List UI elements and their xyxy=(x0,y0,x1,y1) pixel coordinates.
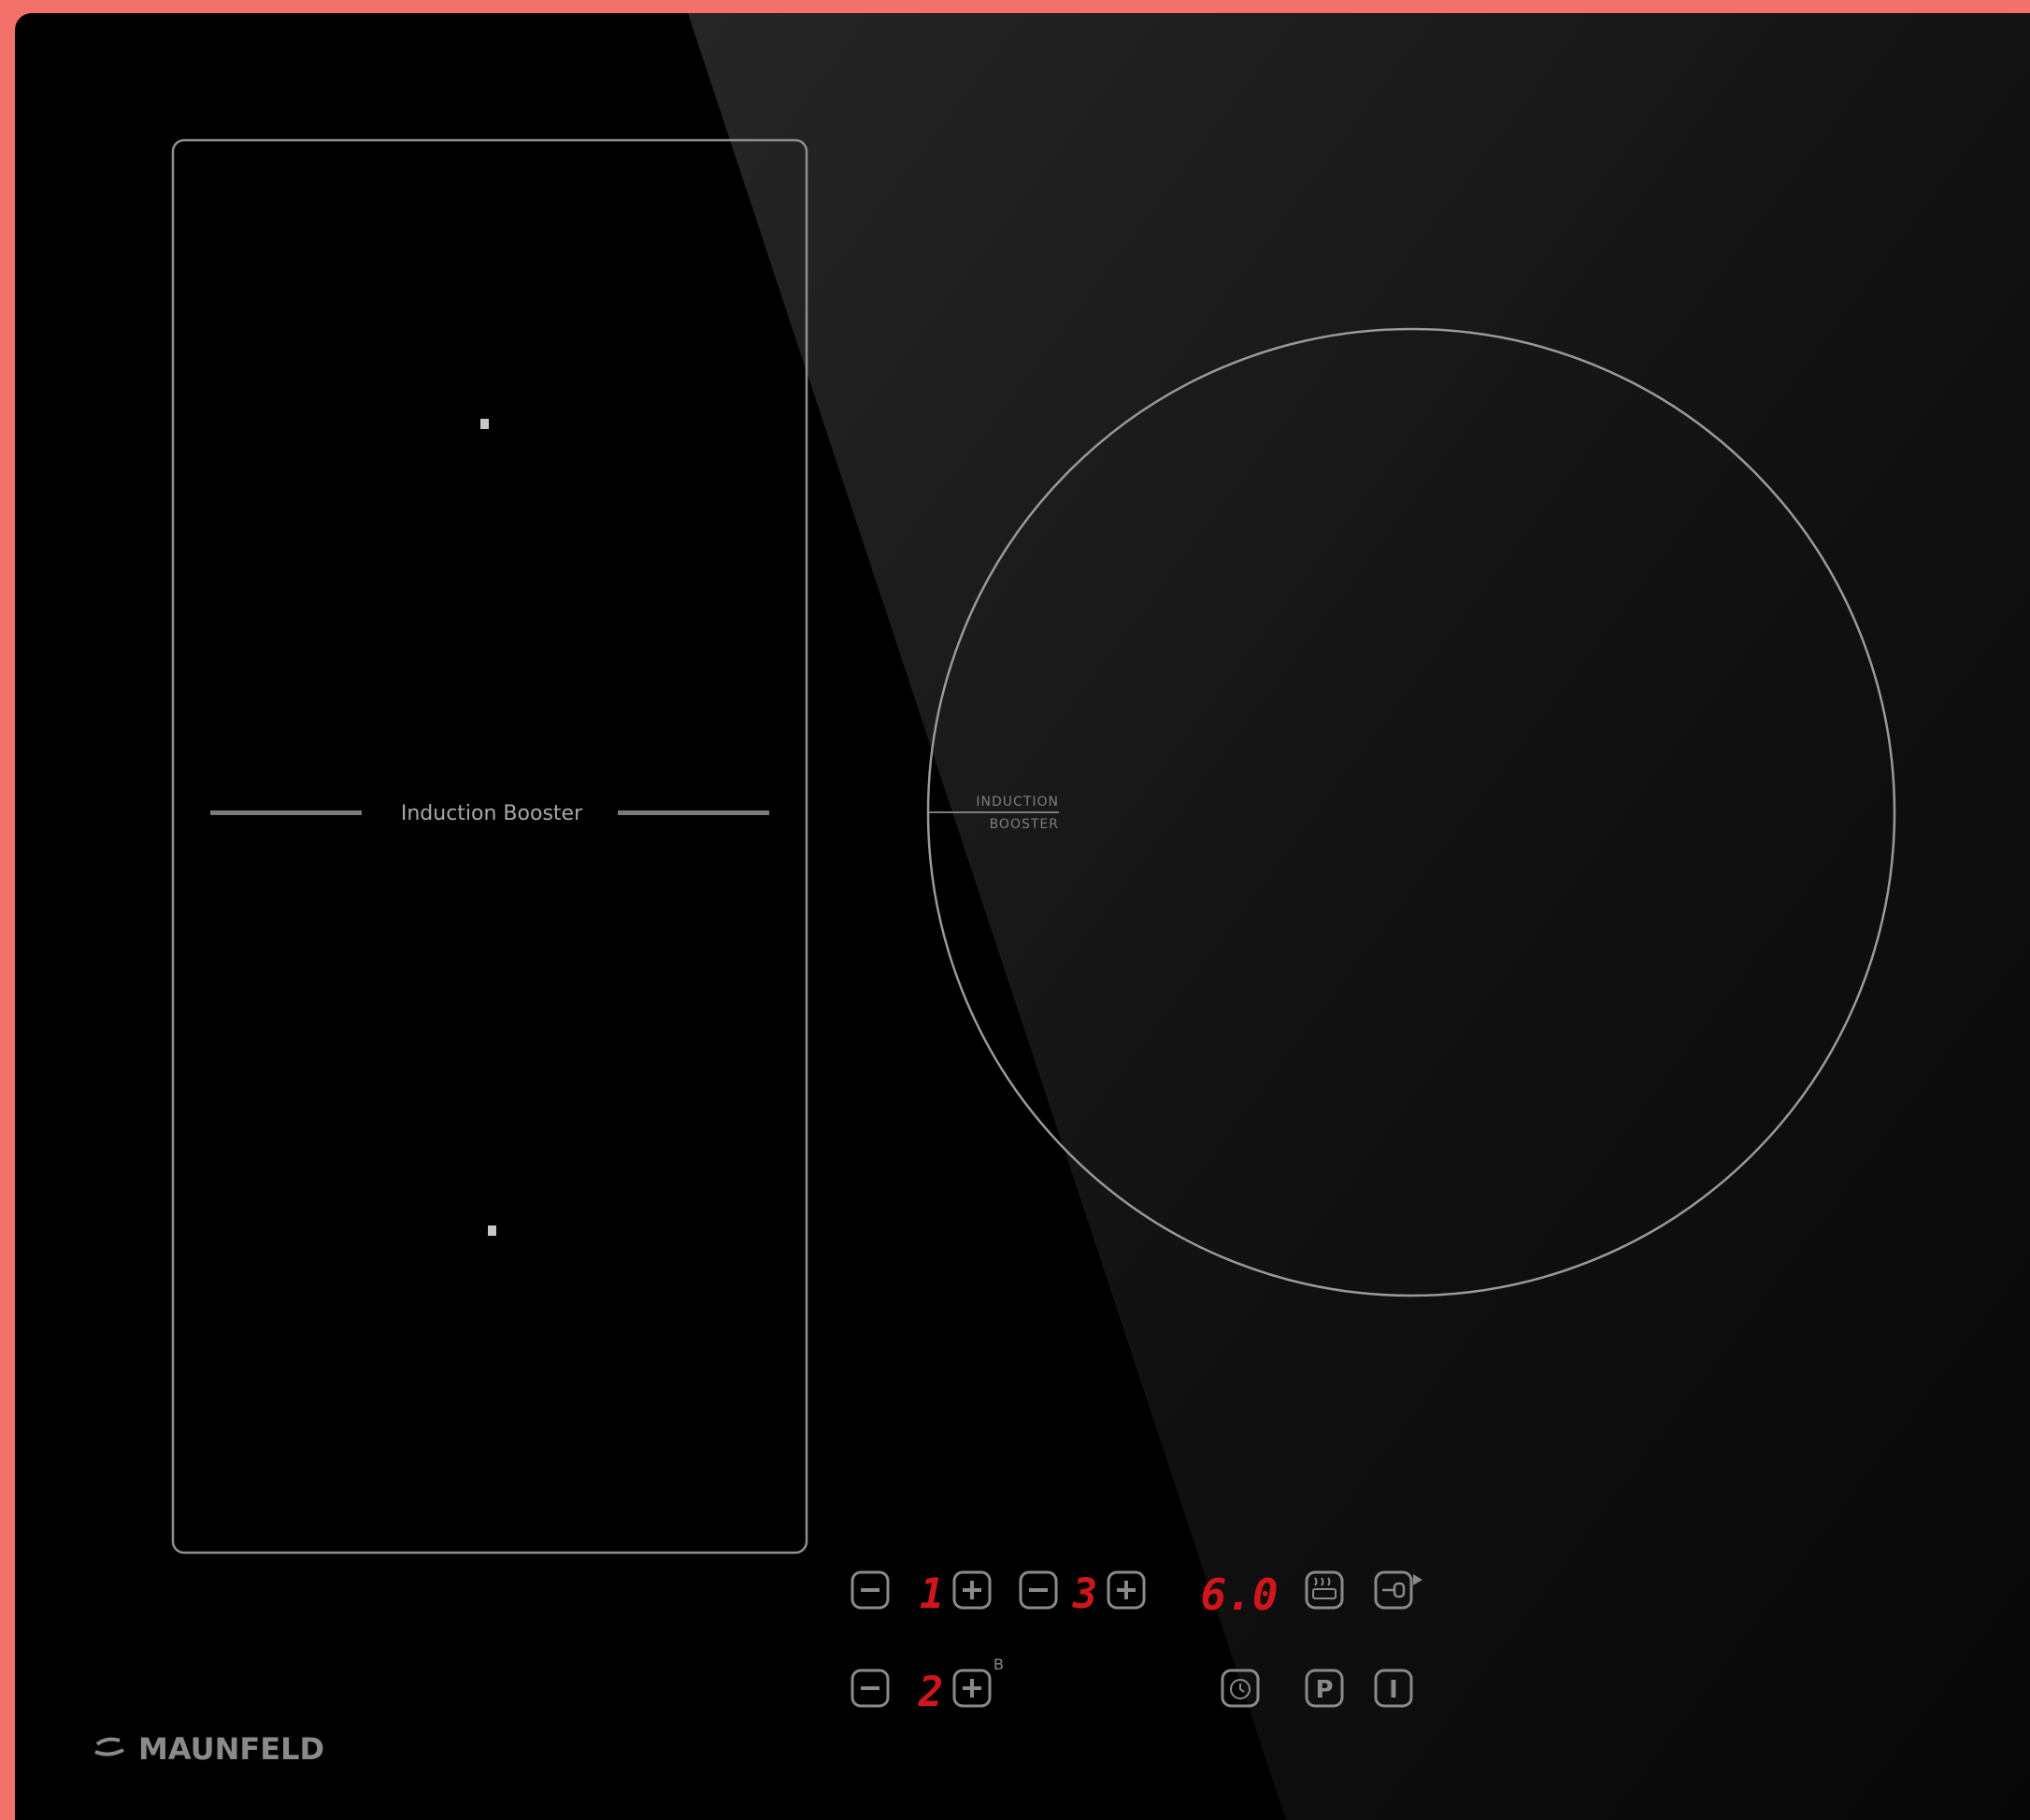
right-zone-booster-label-1: INDUCTION xyxy=(976,795,1059,810)
minus-icon xyxy=(861,1686,879,1690)
program-icon: P xyxy=(1315,1676,1333,1704)
zone1-level-display: 1 xyxy=(920,1570,945,1618)
power-icon: I xyxy=(1389,1676,1398,1704)
zone3-minus-button[interactable] xyxy=(1019,1570,1058,1610)
cooktop-surface-svg: Induction Booster INDUCTION BOOSTER 1 3 … xyxy=(94,13,2030,1820)
zone3-plus-button[interactable] xyxy=(1107,1570,1146,1610)
left-cooking-zone-outline[interactable] xyxy=(171,138,808,1555)
minus-icon xyxy=(1029,1588,1048,1592)
zone2-minus-button[interactable] xyxy=(851,1669,890,1708)
left-zone-divider-right xyxy=(618,810,769,815)
maunfeld-logo-icon xyxy=(94,1737,124,1756)
brand-logo: MAUNFELD xyxy=(94,1731,324,1767)
glass-reflection xyxy=(688,13,2030,1820)
left-zone-booster-label: Induction Booster xyxy=(401,802,583,825)
zone2-plus-button[interactable] xyxy=(952,1669,992,1708)
plus-icon xyxy=(1117,1581,1136,1599)
zone3-level-display: 3 xyxy=(1072,1570,1098,1618)
timer-display: 6.0 xyxy=(1200,1569,1278,1620)
minus-icon xyxy=(861,1588,879,1592)
brand-name: MAUNFELD xyxy=(138,1731,324,1767)
left-zone-bottom-marker xyxy=(488,1225,496,1236)
zone2-level-display: 2 xyxy=(918,1669,944,1716)
left-zone-top-marker xyxy=(480,419,489,429)
booster-superscript: B xyxy=(994,1655,1004,1673)
page-background: Induction Booster INDUCTION BOOSTER 1 3 … xyxy=(0,0,2030,1820)
plus-icon xyxy=(963,1679,981,1698)
right-zone-booster-label-2: BOOSTER xyxy=(990,817,1059,832)
zone1-minus-button[interactable] xyxy=(851,1570,890,1610)
cooktop-glass-panel: Induction Booster INDUCTION BOOSTER 1 3 … xyxy=(15,13,2030,1820)
left-zone-divider-left xyxy=(210,810,362,815)
zone1-plus-button[interactable] xyxy=(952,1570,992,1610)
plus-icon xyxy=(963,1581,981,1599)
